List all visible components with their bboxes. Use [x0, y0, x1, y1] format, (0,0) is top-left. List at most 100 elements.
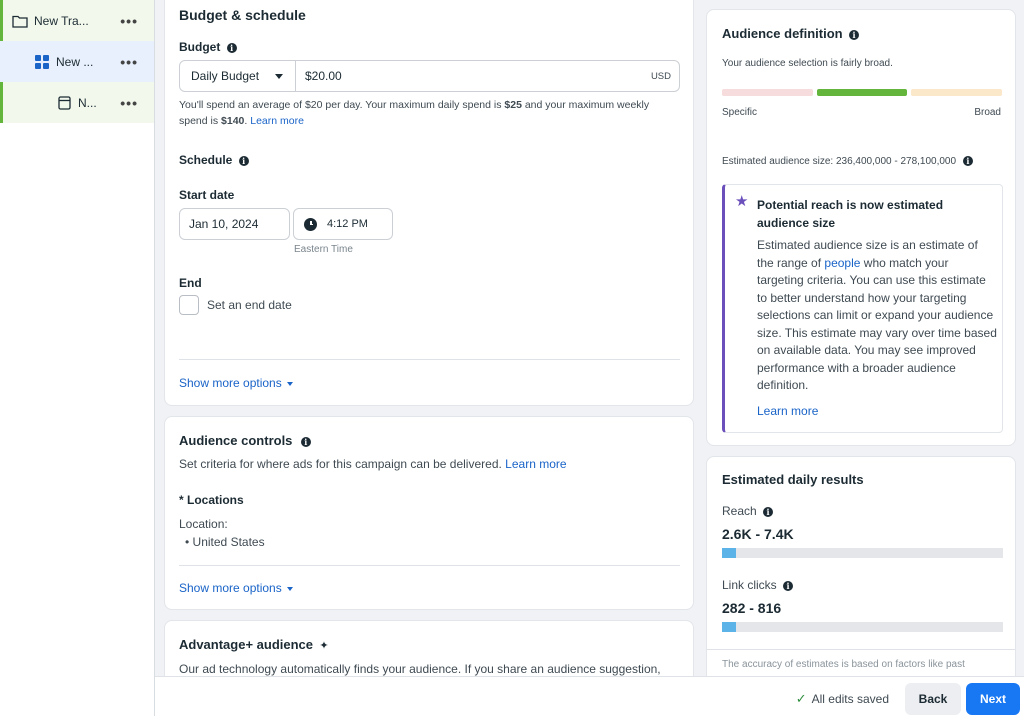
- schedule-label: Schedule: [179, 153, 233, 167]
- adset-more-button[interactable]: •••: [120, 54, 138, 70]
- audience-controls-desc: Set criteria for where ads for this camp…: [179, 457, 502, 471]
- start-time-input[interactable]: 4:12 PM: [293, 208, 393, 240]
- notice-text-2: who match your targeting criteria. You c…: [757, 255, 997, 393]
- budget-input-group: Daily Budget $20.00 USD: [179, 60, 680, 92]
- clicks-bar-fill: [722, 622, 737, 632]
- meter-specific-label: Specific: [722, 107, 758, 118]
- show-more-options-link[interactable]: Show more options: [179, 376, 294, 390]
- info-icon[interactable]: i: [238, 155, 249, 166]
- save-status-text: All edits saved: [811, 692, 889, 706]
- info-icon[interactable]: i: [226, 42, 237, 53]
- selection-accent: [0, 0, 3, 41]
- reach-label: Reach: [722, 504, 757, 518]
- back-button[interactable]: Back: [905, 683, 961, 715]
- clicks-value: 282 - 816: [722, 600, 782, 616]
- campaign-name: New Tra...: [34, 13, 89, 28]
- reach-bar-fill: [722, 548, 737, 558]
- audience-definition-card: Audience definition i Your audience sele…: [706, 9, 1016, 446]
- daily-results-title: Estimated daily results: [722, 472, 864, 487]
- show-more-label: Show more options: [179, 376, 282, 390]
- tree-item-campaign[interactable]: New Tra... •••: [0, 0, 154, 41]
- end-date-checkbox[interactable]: [179, 295, 199, 315]
- divider: [707, 649, 1015, 650]
- info-icon[interactable]: i: [848, 29, 859, 40]
- show-more-label: Show more options: [179, 581, 282, 595]
- audience-controls-desc-row: Set criteria for where ads for this camp…: [179, 457, 567, 471]
- currency-code: USD: [650, 70, 671, 82]
- meter-segment-broad: [911, 89, 1003, 96]
- audience-definition-title-row: Audience definition i: [722, 26, 859, 41]
- footer-bar: ✓ All edits saved Back Next: [155, 676, 1024, 716]
- notice-body: Estimated audience size is an estimate o…: [757, 237, 997, 395]
- folder-icon: [12, 13, 28, 29]
- selection-accent: [0, 82, 3, 123]
- budget-schedule-title: Budget & schedule: [179, 7, 306, 23]
- info-icon[interactable]: i: [783, 580, 794, 591]
- reach-notice-box: ★ Potential reach is now estimated audie…: [722, 184, 1003, 433]
- info-icon[interactable]: i: [962, 156, 973, 167]
- reach-value: 2.6K - 7.4K: [722, 526, 794, 542]
- tree-item-adset[interactable]: New ... •••: [0, 41, 154, 82]
- location-item: • United States: [185, 535, 265, 549]
- budget-type-dropdown[interactable]: Daily Budget: [180, 61, 296, 91]
- divider: [179, 565, 680, 566]
- reach-label-row: Reach i: [722, 504, 774, 518]
- daily-results-card: Estimated daily results Reach i 2.6K - 7…: [706, 456, 1016, 696]
- start-date-input[interactable]: Jan 10, 2024: [179, 208, 290, 240]
- audience-learn-more-link[interactable]: Learn more: [505, 457, 566, 471]
- location-prefix: Location:: [179, 517, 228, 531]
- budget-schedule-card: Budget & schedule Budget i Daily Budget …: [164, 0, 694, 406]
- clicks-bar: [722, 622, 1003, 632]
- tree-item-ad[interactable]: N... •••: [0, 82, 154, 123]
- budget-amount-input[interactable]: $20.00 USD: [296, 69, 679, 83]
- start-date-label: Start date: [179, 188, 235, 202]
- audience-size-text: Estimated audience size: 236,400,000 - 2…: [722, 156, 957, 167]
- end-date-checkbox-label: Set an end date: [207, 298, 292, 312]
- caret-down-icon: [275, 73, 283, 79]
- ad-page-icon: [56, 95, 72, 111]
- meter-segment-specific: [722, 89, 813, 96]
- budget-spend-note: You'll spend an average of $20 per day. …: [179, 99, 650, 127]
- meter-broad-label: Broad: [974, 107, 1001, 118]
- budget-amount-value: $20.00: [305, 69, 342, 83]
- adset-name: New ...: [56, 54, 94, 69]
- budget-label-row: Budget i: [179, 40, 237, 54]
- caret-down-icon: [287, 381, 294, 386]
- notice-learn-more-link[interactable]: Learn more: [757, 404, 818, 418]
- clicks-label-row: Link clicks i: [722, 578, 794, 592]
- timezone-label: Eastern Time: [294, 244, 353, 255]
- audience-definition-title: Audience definition: [722, 26, 843, 41]
- max-daily-spend: $25: [504, 99, 522, 111]
- notice-title: Potential reach is now estimated audienc…: [757, 198, 944, 230]
- start-time-value: 4:12 PM: [327, 218, 368, 230]
- budget-learn-more-link[interactable]: Learn more: [250, 115, 304, 127]
- people-link[interactable]: people: [824, 256, 860, 270]
- show-more-options-link[interactable]: Show more options: [179, 581, 294, 595]
- star-icon: ★: [735, 193, 749, 210]
- budget-type-value: Daily Budget: [191, 69, 260, 83]
- budget-note-text: You'll spend an average of $20 per day. …: [179, 99, 505, 111]
- ad-more-button[interactable]: •••: [120, 95, 138, 111]
- save-status: ✓ All edits saved: [796, 691, 889, 707]
- advantage-title: Advantage+ audience: [179, 637, 314, 652]
- start-date-value: Jan 10, 2024: [189, 217, 259, 231]
- location-value: United States: [192, 535, 265, 549]
- ad-name: N...: [78, 95, 97, 110]
- sparkle-icon: ✦: [319, 640, 329, 652]
- budget-label: Budget: [179, 40, 221, 54]
- info-icon[interactable]: i: [763, 506, 774, 517]
- info-icon[interactable]: i: [300, 436, 311, 447]
- divider: [179, 359, 680, 360]
- campaign-more-button[interactable]: •••: [120, 13, 138, 29]
- max-weekly-spend: $140: [221, 115, 245, 127]
- meter-segment-active: [816, 89, 908, 96]
- advantage-title-row: Advantage+ audience ✦: [179, 637, 329, 652]
- checkmark-icon: ✓: [795, 691, 807, 706]
- audience-summary: Your audience selection is fairly broad.: [722, 58, 893, 69]
- audience-controls-title-row: Audience controls i: [179, 433, 311, 448]
- end-date-checkbox-row[interactable]: Set an end date: [179, 295, 292, 315]
- campaign-tree-sidebar: New Tra... ••• New ... ••• N... •••: [0, 0, 155, 716]
- next-button[interactable]: Next: [966, 683, 1020, 715]
- schedule-label-row: Schedule i: [179, 153, 249, 167]
- grid-icon: [34, 54, 50, 70]
